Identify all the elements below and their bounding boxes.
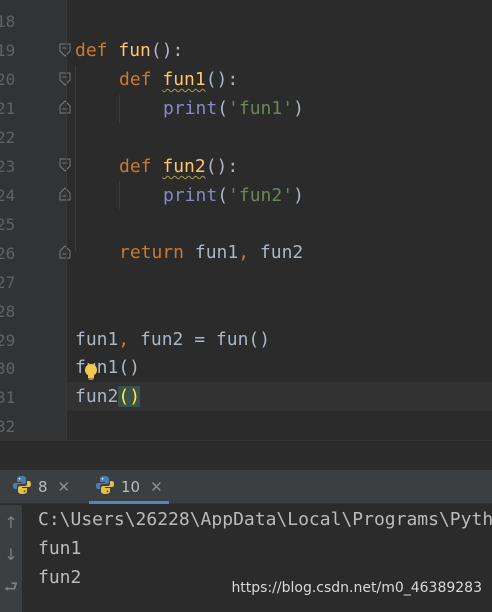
code-line[interactable]: print('fun1') [163,94,304,123]
console-line: C:\Users\26228\AppData\Local\Programs\Py… [38,509,492,530]
code-punctuation: ) [293,185,304,206]
code-line[interactable]: fun1, fun2 = fun() [75,325,270,354]
code-punctuation: ) [293,98,304,119]
code-punctuation: (): [150,40,184,61]
function-name: fun [118,40,151,61]
keyword-def: def [75,40,108,61]
lightbulb-icon[interactable] [83,363,99,381]
fold-end-icon[interactable] [59,187,71,201]
code-punctuation: ( [217,98,229,119]
run-toolstrip: ↑ ↓ ⮐ [0,505,22,612]
fold-end-icon[interactable] [59,100,71,114]
function-name: fun1 [162,69,206,90]
code-punctuation: (): [205,156,239,177]
line-number: 20 [0,70,16,89]
code-line[interactable]: def fun1(): [119,65,238,94]
soft-wrap-icon[interactable]: ⮐ [0,575,22,599]
watermark: https://blog.csdn.net/m0_46389283 [231,580,482,596]
keyword-def: def [119,156,152,177]
line-number: 32 [0,417,16,436]
panel-splitter[interactable] [0,440,492,470]
run-tab[interactable]: 8 ✕ [12,470,70,504]
code-line[interactable]: def fun2(): [119,152,238,181]
run-tabbar: 8 ✕ 10 ✕ [0,470,492,504]
code-punctuation: (): [205,69,239,90]
builtin-print: print [163,98,218,119]
keyword-def: def [119,69,152,90]
code-identifier: fun2 [249,242,304,263]
arrow-up-icon[interactable]: ↑ [0,511,22,535]
line-number: 22 [0,128,16,147]
indent-guide [119,181,120,209]
code-line-current[interactable]: fun2() [75,382,141,411]
code-editor[interactable]: 18 19 20 21 22 23 24 25 26 27 28 29 30 3… [0,0,492,440]
line-number: 29 [0,331,16,350]
matched-parens: () [118,386,141,407]
builtin-print: print [163,185,218,206]
line-number: 23 [0,157,16,176]
line-number: 28 [0,302,16,321]
close-tab-icon[interactable]: ✕ [58,478,71,496]
string-literal: 'fun2' [228,185,294,206]
fold-open-icon[interactable] [59,43,71,57]
indent-guide [119,95,120,123]
console-line: fun2 [38,567,82,588]
line-number: 19 [0,41,16,60]
python-icon [95,475,115,499]
code-identifier: fun1 [184,242,239,263]
string-literal: 'fun1' [228,98,294,119]
code-comma: , [118,329,130,350]
run-tab-label: 10 [121,478,141,496]
indent-guide [75,66,76,251]
line-number: 26 [0,244,16,263]
python-icon [12,475,32,499]
line-number: 21 [0,99,16,118]
code-identifier: fun1 [75,329,119,350]
fold-end-icon[interactable] [59,245,71,259]
code-comma: , [238,242,250,263]
fold-open-icon[interactable] [59,72,71,86]
close-tab-icon[interactable]: ✕ [150,478,163,496]
code-line[interactable]: def fun(): [75,36,183,65]
code-expression: fun2 = fun() [129,329,271,350]
keyword-return: return [119,242,185,263]
arrow-down-icon[interactable]: ↓ [0,543,22,567]
fold-open-icon[interactable] [59,158,71,172]
code-line[interactable]: return fun1, fun2 [119,238,303,267]
line-number: 18 [0,12,16,31]
run-tab-label: 8 [38,478,48,496]
line-number: 24 [0,186,16,205]
function-name: fun2 [162,156,206,177]
line-number-gutter: 18 19 20 21 22 23 24 25 26 27 28 29 30 3… [0,0,71,440]
line-number: 30 [0,359,16,378]
line-number: 31 [0,388,16,407]
code-punctuation: ( [217,185,229,206]
run-tab-active[interactable]: 10 ✕ [89,470,169,504]
code-line[interactable]: print('fun2') [163,181,304,210]
gutter-separator [66,0,67,440]
line-number: 27 [0,273,16,292]
console-line: fun1 [38,538,82,559]
line-number: 25 [0,215,16,234]
code-identifier: fun2 [75,386,119,407]
